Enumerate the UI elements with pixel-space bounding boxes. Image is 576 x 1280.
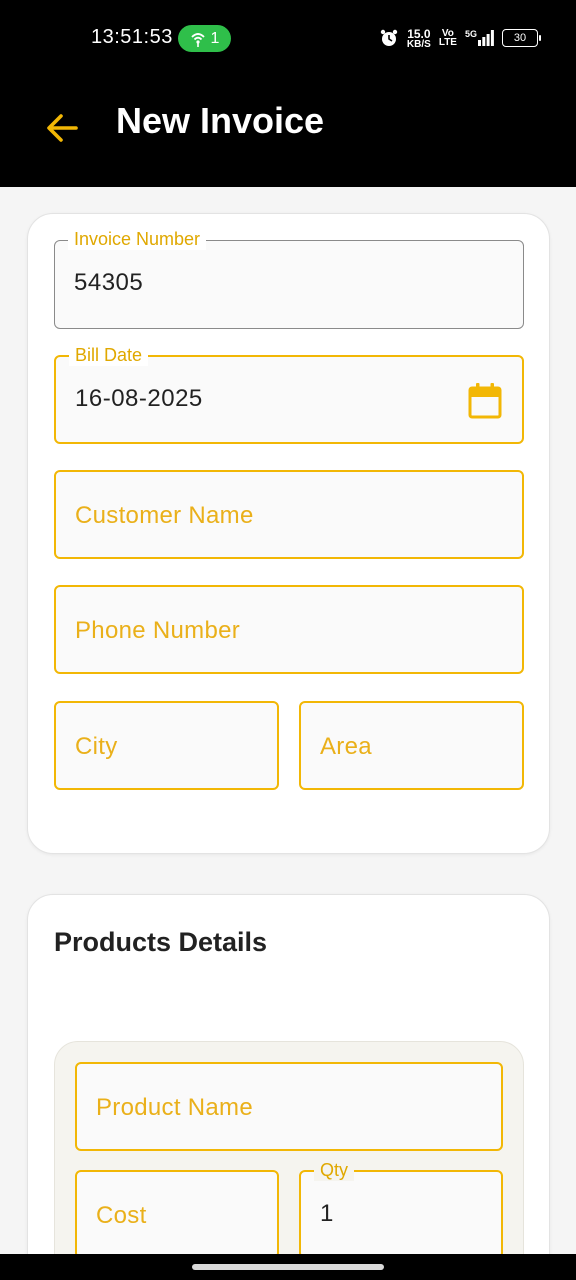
status-time: 13:51:53: [91, 26, 173, 48]
cost-placeholder: Cost: [96, 1202, 147, 1229]
arrow-left-icon: [47, 114, 78, 142]
customer-name-placeholder: Customer Name: [75, 502, 254, 529]
bill-date-label: Bill Date: [69, 344, 149, 366]
phone-number-input[interactable]: Phone Number: [54, 585, 524, 674]
hotspot-count: 1: [210, 29, 220, 47]
qty-input[interactable]: Qty 1: [299, 1159, 503, 1259]
hotspot-icon: [190, 32, 205, 47]
area-input[interactable]: Area: [299, 701, 524, 790]
net-speed: 15.0 KB/S: [406, 26, 431, 50]
product-item: Product Name Cost Qty 1: [54, 1041, 524, 1280]
invoice-number-label: Invoice Number: [68, 228, 207, 250]
home-gesture-handle[interactable]: [192, 1264, 384, 1270]
app-bar: New Invoice: [0, 76, 576, 187]
qty-label: Qty: [314, 1159, 355, 1181]
signal-icon: [478, 30, 494, 46]
customer-name-input[interactable]: Customer Name: [54, 470, 524, 559]
bill-date-value: 16-08-2025: [75, 385, 203, 412]
signal-indicator: 5G: [465, 30, 494, 46]
product-name-input[interactable]: Product Name: [75, 1062, 503, 1151]
invoice-number-value: 54305: [74, 269, 144, 296]
products-section-title: Products Details: [54, 927, 268, 957]
invoice-number-field[interactable]: Invoice Number 54305: [54, 228, 524, 329]
page-title: New Invoice: [116, 100, 325, 141]
status-bar: 13:51:53 1 15.0 KB/S Vo LTE 5G 30: [0, 0, 576, 76]
system-nav-bar: [0, 1254, 576, 1280]
status-icons: 15.0 KB/S Vo LTE 5G 30: [379, 26, 541, 50]
city-placeholder: City: [75, 733, 118, 760]
invoice-info-card: Invoice Number 54305 Bill Date 16-08-202…: [27, 213, 550, 854]
city-input[interactable]: City: [54, 701, 279, 790]
battery-icon: 30: [502, 29, 541, 47]
calendar-icon[interactable]: [468, 383, 502, 419]
bill-date-field[interactable]: Bill Date 16-08-2025: [54, 344, 524, 444]
volte-indicator: Vo LTE: [438, 28, 457, 48]
products-card: Products Details Product Name Cost Qty 1: [27, 894, 550, 1280]
back-button[interactable]: [40, 106, 84, 150]
phone-number-placeholder: Phone Number: [75, 617, 241, 644]
qty-value: 1: [320, 1200, 334, 1227]
battery-level: 30: [513, 31, 527, 44]
alarm-icon: [380, 29, 398, 46]
hotspot-badge: 1: [178, 25, 231, 52]
cost-input[interactable]: Cost: [75, 1170, 279, 1259]
product-name-placeholder: Product Name: [96, 1094, 253, 1121]
area-placeholder: Area: [320, 733, 372, 760]
